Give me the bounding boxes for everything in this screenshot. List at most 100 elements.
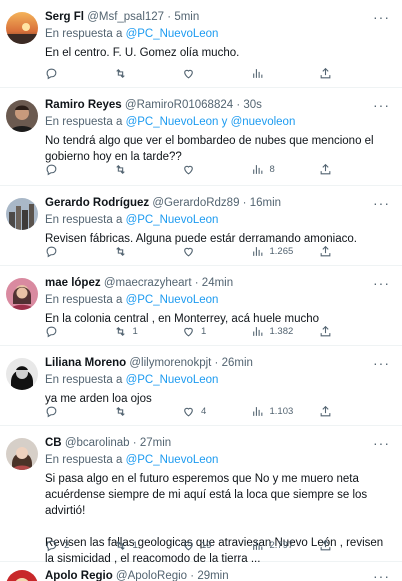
tweet[interactable]: Ramiro Reyes @RamiroR01068824 · 30s En r… — [0, 88, 402, 186]
author-handle[interactable]: @RamiroR01068824 — [125, 99, 233, 111]
reply-button[interactable] — [45, 402, 101, 420]
author-name[interactable]: Serg Fl — [45, 11, 84, 23]
author-name[interactable]: CB — [45, 437, 62, 449]
timestamp[interactable]: 5min — [174, 11, 199, 23]
reply-context: En respuesta a @PC_NuevoLeon — [45, 213, 392, 228]
author-name[interactable]: Apolo Regio — [45, 570, 113, 581]
reply-context: En respuesta a @PC_NuevoLeon — [45, 27, 392, 42]
views-icon — [252, 406, 262, 416]
timestamp[interactable]: 24min — [202, 277, 233, 289]
more-icon[interactable]: ··· — [373, 356, 390, 370]
more-icon[interactable]: ··· — [373, 569, 390, 581]
avatar[interactable] — [6, 570, 38, 581]
retweet-button[interactable]: 1 — [114, 536, 170, 554]
tweet[interactable]: Liliana Moreno @lilymorenokpjt · 26min E… — [0, 346, 402, 426]
views-button[interactable]: 8 — [251, 160, 307, 178]
like-button[interactable]: 4 — [182, 402, 238, 420]
share-button[interactable] — [319, 242, 335, 260]
author-name[interactable]: Liliana Moreno — [45, 357, 126, 369]
retweet-button[interactable] — [114, 160, 170, 178]
timestamp[interactable]: 16min — [250, 197, 281, 209]
reply-button[interactable] — [45, 160, 101, 178]
mention-link[interactable]: @nuevoleon — [231, 116, 296, 128]
separator-dot: · — [167, 11, 172, 23]
timestamp[interactable]: 26min — [222, 357, 253, 369]
mention-link[interactable]: @PC_NuevoLeon — [126, 454, 219, 466]
reply-count: 2 — [64, 539, 70, 551]
share-button[interactable] — [319, 402, 335, 420]
author-handle[interactable]: @maecrazyheart — [104, 277, 192, 289]
views-button[interactable]: 1.382 — [251, 322, 307, 340]
mention-link[interactable]: @PC_NuevoLeon — [126, 28, 219, 40]
views-button[interactable]: 2.797 — [251, 536, 307, 554]
more-icon[interactable]: ··· — [373, 436, 390, 450]
more-icon[interactable]: ··· — [373, 10, 390, 24]
like-button[interactable] — [182, 242, 238, 260]
retweet-button[interactable] — [114, 402, 170, 420]
reply-button[interactable] — [45, 242, 101, 260]
reply-icon — [46, 540, 57, 551]
reply-button[interactable] — [45, 64, 101, 82]
more-icon[interactable]: ··· — [373, 98, 390, 112]
timestamp[interactable]: 27min — [140, 437, 171, 449]
mention-link[interactable]: @PC_NuevoLeon — [126, 294, 219, 306]
tweet-header: CB @bcarolinab · 27min — [45, 436, 392, 451]
avatar-image — [6, 12, 38, 44]
mention-link[interactable]: @PC_NuevoLeon — [126, 214, 219, 226]
author-name[interactable]: Ramiro Reyes — [45, 99, 122, 111]
tweet[interactable]: Gerardo Rodríguez @GerardoRdz89 · 16min … — [0, 186, 402, 266]
share-button[interactable] — [319, 160, 335, 178]
retweet-button[interactable] — [114, 242, 170, 260]
share-button[interactable] — [319, 322, 335, 340]
retweet-button[interactable]: 1 — [114, 322, 170, 340]
author-handle[interactable]: @Msf_psal127 — [87, 11, 164, 23]
reply-context: En respuesta a @PC_NuevoLeon — [45, 373, 392, 388]
reply-button[interactable]: 2 — [45, 536, 101, 554]
views-button[interactable] — [251, 64, 307, 82]
reply-button[interactable] — [45, 322, 101, 340]
avatar-image — [6, 438, 38, 470]
like-button[interactable] — [182, 160, 238, 178]
avatar[interactable] — [6, 12, 38, 44]
tweet[interactable]: Serg Fl @Msf_psal127 · 5min En respuesta… — [0, 0, 402, 88]
mention-link[interactable]: @PC_NuevoLeon — [126, 374, 219, 386]
views-count: 1.382 — [269, 325, 294, 337]
like-button[interactable]: 1 — [182, 322, 238, 340]
author-name[interactable]: Gerardo Rodríguez — [45, 197, 149, 209]
views-button[interactable]: 1.103 — [251, 402, 307, 420]
views-button[interactable]: 1.265 — [251, 242, 307, 260]
timestamp[interactable]: 30s — [243, 99, 262, 111]
mention-link[interactable]: @PC_NuevoLeon — [126, 116, 219, 128]
share-icon — [320, 67, 331, 78]
like-button[interactable] — [182, 64, 238, 82]
tweet[interactable]: mae lópez @maecrazyheart · 24min En resp… — [0, 266, 402, 346]
tweet[interactable]: Apolo Regio @ApoloRegio · 29min ··· — [0, 562, 402, 581]
like-button[interactable]: 19 — [182, 536, 238, 554]
views-count: 8 — [269, 163, 275, 175]
reply-context: En respuesta a @PC_NuevoLeon — [45, 293, 392, 308]
avatar[interactable] — [6, 198, 38, 230]
separator-dot: · — [194, 277, 199, 289]
author-name[interactable]: mae lópez — [45, 277, 101, 289]
author-handle[interactable]: @lilymorenokpjt — [129, 357, 211, 369]
share-button[interactable] — [319, 536, 335, 554]
avatar[interactable] — [6, 438, 38, 470]
avatar[interactable] — [6, 100, 38, 132]
retweet-button[interactable] — [114, 64, 170, 82]
retweet-icon — [115, 540, 125, 550]
tweet-header: Apolo Regio @ApoloRegio · 29min — [45, 569, 392, 581]
avatar[interactable] — [6, 358, 38, 390]
share-icon — [320, 539, 331, 550]
tweet[interactable]: CB @bcarolinab · 27min En respuesta a @P… — [0, 426, 402, 565]
like-count: 19 — [201, 539, 212, 551]
avatar[interactable] — [6, 278, 38, 310]
tweet-actions: 1.265 — [45, 242, 335, 260]
author-handle[interactable]: @ApoloRegio — [116, 570, 187, 581]
share-button[interactable] — [319, 64, 335, 82]
more-icon[interactable]: ··· — [373, 276, 390, 290]
author-handle[interactable]: @GerardoRdz89 — [152, 197, 239, 209]
more-icon[interactable]: ··· — [373, 196, 390, 210]
avatar-image — [6, 358, 38, 390]
author-handle[interactable]: @bcarolinab — [65, 437, 130, 449]
timestamp[interactable]: 29min — [197, 570, 228, 581]
